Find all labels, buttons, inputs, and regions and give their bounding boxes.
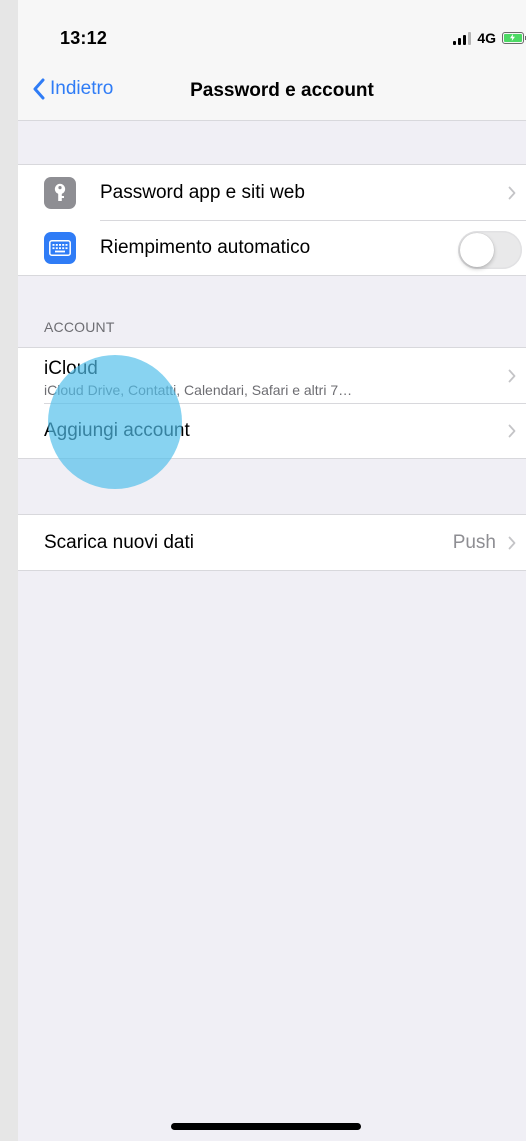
- chevron-right-icon: [508, 424, 516, 437]
- accounts-section-header: ACCOUNT: [44, 319, 115, 335]
- passwords-row[interactable]: Password app e siti web: [18, 165, 526, 220]
- keyboard-icon: [44, 232, 76, 264]
- icloud-subtitle: iCloud Drive, Contatti, Calendari, Safar…: [44, 382, 353, 398]
- passwords-label: Password app e siti web: [100, 181, 305, 203]
- status-indicators: 4G: [453, 30, 526, 46]
- key-icon: [44, 177, 76, 209]
- fetch-value: Push: [452, 531, 496, 553]
- fetch-group: Scarica nuovi dati Push: [18, 514, 526, 571]
- page-title: Password e account: [190, 80, 374, 101]
- navigation-bar: Indietro Password e account: [18, 64, 526, 121]
- battery-charging-icon: [502, 32, 526, 44]
- status-time: 13:12: [60, 28, 108, 48]
- accounts-group: iCloud iCloud Drive, Contatti, Calendari…: [18, 347, 526, 459]
- toggle-knob: [460, 233, 494, 267]
- network-type: 4G: [477, 30, 496, 46]
- home-indicator[interactable]: [171, 1123, 361, 1130]
- signal-icon: [453, 31, 472, 45]
- fetch-new-data-row[interactable]: Scarica nuovi dati Push: [18, 515, 526, 570]
- add-account-label: Aggiungi account: [44, 419, 190, 441]
- settings-screen: 13:12 4G Indietro Password e account Pas…: [18, 0, 526, 1141]
- autofill-toggle[interactable]: [458, 231, 522, 269]
- fetch-new-data-label: Scarica nuovi dati: [44, 531, 194, 553]
- chevron-right-icon: [508, 536, 516, 549]
- icloud-row[interactable]: iCloud iCloud Drive, Contatti, Calendari…: [18, 348, 526, 403]
- icloud-title: iCloud: [44, 358, 98, 379]
- chevron-right-icon: [508, 369, 516, 382]
- chevron-right-icon: [508, 186, 516, 199]
- autofill-row: Riempimento automatico: [18, 220, 526, 275]
- add-account-row[interactable]: Aggiungi account: [18, 403, 526, 458]
- autofill-label: Riempimento automatico: [100, 236, 311, 258]
- passwords-group: Password app e siti web Riempimento auto…: [18, 164, 526, 276]
